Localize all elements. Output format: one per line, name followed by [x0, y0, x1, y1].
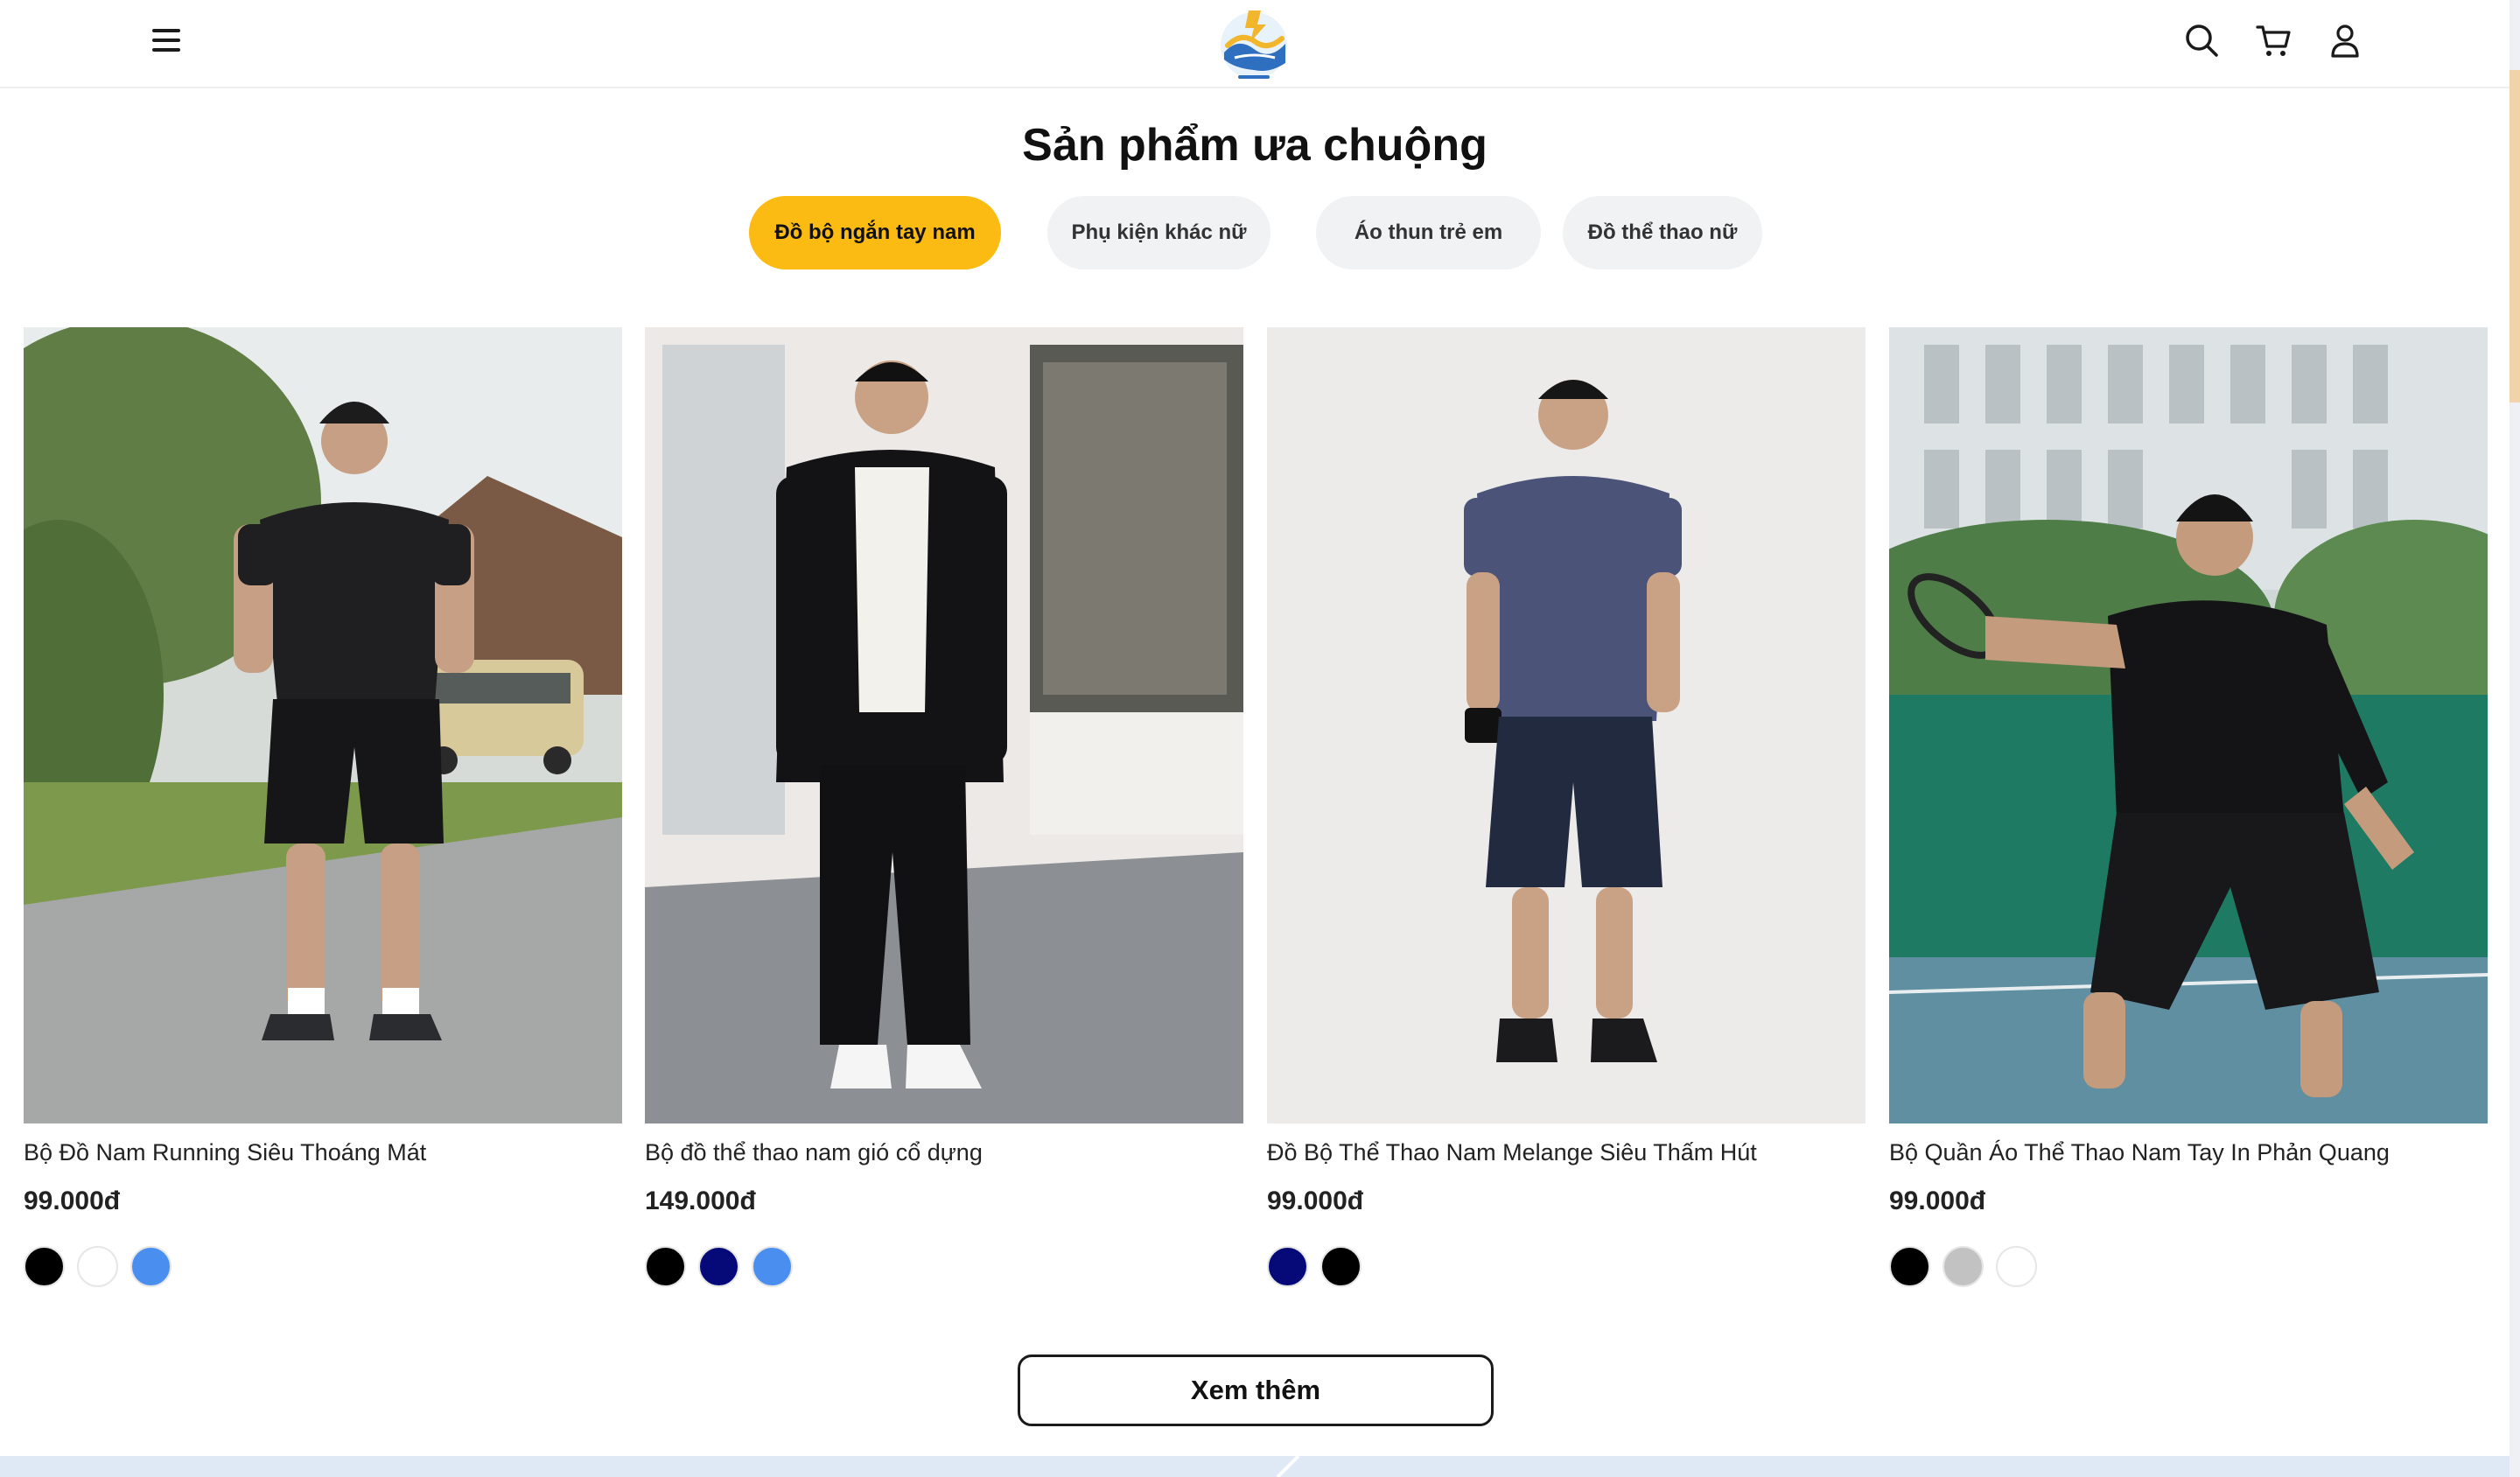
brand-logo[interactable]: [1208, 2, 1299, 84]
section-title: Sản phẩm ưa chuộng: [1022, 120, 1488, 171]
product-image[interactable]: [645, 327, 1243, 1124]
product-image[interactable]: [1889, 327, 2488, 1124]
scrollbar-thumb[interactable]: [2510, 70, 2520, 402]
user-icon[interactable]: [2326, 21, 2364, 60]
product-name[interactable]: Bộ Đồ Nam Running Siêu Thoáng Mát: [24, 1139, 622, 1166]
color-swatch-white[interactable]: [77, 1246, 118, 1287]
product-image[interactable]: [1267, 327, 1866, 1124]
next-section-banner: [0, 1456, 2510, 1477]
search-icon[interactable]: [2182, 21, 2221, 60]
color-swatch-black[interactable]: [1320, 1246, 1362, 1287]
color-swatch-black[interactable]: [1889, 1246, 1930, 1287]
color-swatch-blue[interactable]: [752, 1246, 793, 1287]
color-swatch-black[interactable]: [645, 1246, 686, 1287]
color-swatch-navy[interactable]: [698, 1246, 739, 1287]
tab-women-accessories[interactable]: Phụ kiện khác nữ: [1047, 196, 1270, 270]
product-card: Đồ Bộ Thể Thao Nam Melange Siêu Thấm Hút…: [1267, 327, 1866, 1298]
category-tabs: Đồ bộ ngắn tay nam Phụ kiện khác nữ Áo t…: [0, 196, 2510, 270]
product-price: 99.000đ: [1267, 1186, 1364, 1215]
site-header: [0, 0, 2520, 88]
color-swatch-black[interactable]: [24, 1246, 65, 1287]
product-price: 149.000đ: [645, 1186, 756, 1215]
product-card: Bộ đồ thể thao nam gió cổ dựng 149.000đ: [645, 327, 1243, 1298]
color-swatch-white[interactable]: [1996, 1246, 2037, 1287]
cart-icon[interactable]: [2254, 21, 2292, 60]
color-swatches: [1267, 1246, 1362, 1288]
tab-women-sportswear[interactable]: Đồ thể thao nữ: [1563, 196, 1762, 270]
color-swatch-gray[interactable]: [1942, 1246, 1984, 1287]
product-price: 99.000đ: [24, 1186, 121, 1215]
hamburger-menu-icon[interactable]: [150, 26, 182, 54]
color-swatch-navy[interactable]: [1267, 1246, 1308, 1287]
tab-short-sleeve-men-set[interactable]: Đồ bộ ngắn tay nam: [749, 196, 1001, 270]
color-swatches: [1889, 1246, 2037, 1288]
product-card: Bộ Quần Áo Thể Thao Nam Tay In Phản Quan…: [1889, 327, 2488, 1298]
product-name[interactable]: Bộ đồ thể thao nam gió cổ dựng: [645, 1139, 1243, 1166]
product-name[interactable]: Bộ Quần Áo Thể Thao Nam Tay In Phản Quan…: [1889, 1139, 2488, 1166]
product-card: Bộ Đồ Nam Running Siêu Thoáng Mát 99.000…: [24, 327, 622, 1298]
product-price: 99.000đ: [1889, 1186, 1986, 1215]
color-swatches: [645, 1246, 793, 1288]
tab-kids-tshirts[interactable]: Áo thun trẻ em: [1316, 196, 1541, 270]
color-swatches: [24, 1246, 172, 1288]
product-name[interactable]: Đồ Bộ Thể Thao Nam Melange Siêu Thấm Hút: [1267, 1139, 1866, 1166]
product-image[interactable]: [24, 327, 622, 1124]
view-more-button[interactable]: Xem thêm: [1018, 1354, 1494, 1426]
color-swatch-blue[interactable]: [130, 1246, 172, 1287]
page-scrollbar[interactable]: [2510, 0, 2520, 1477]
